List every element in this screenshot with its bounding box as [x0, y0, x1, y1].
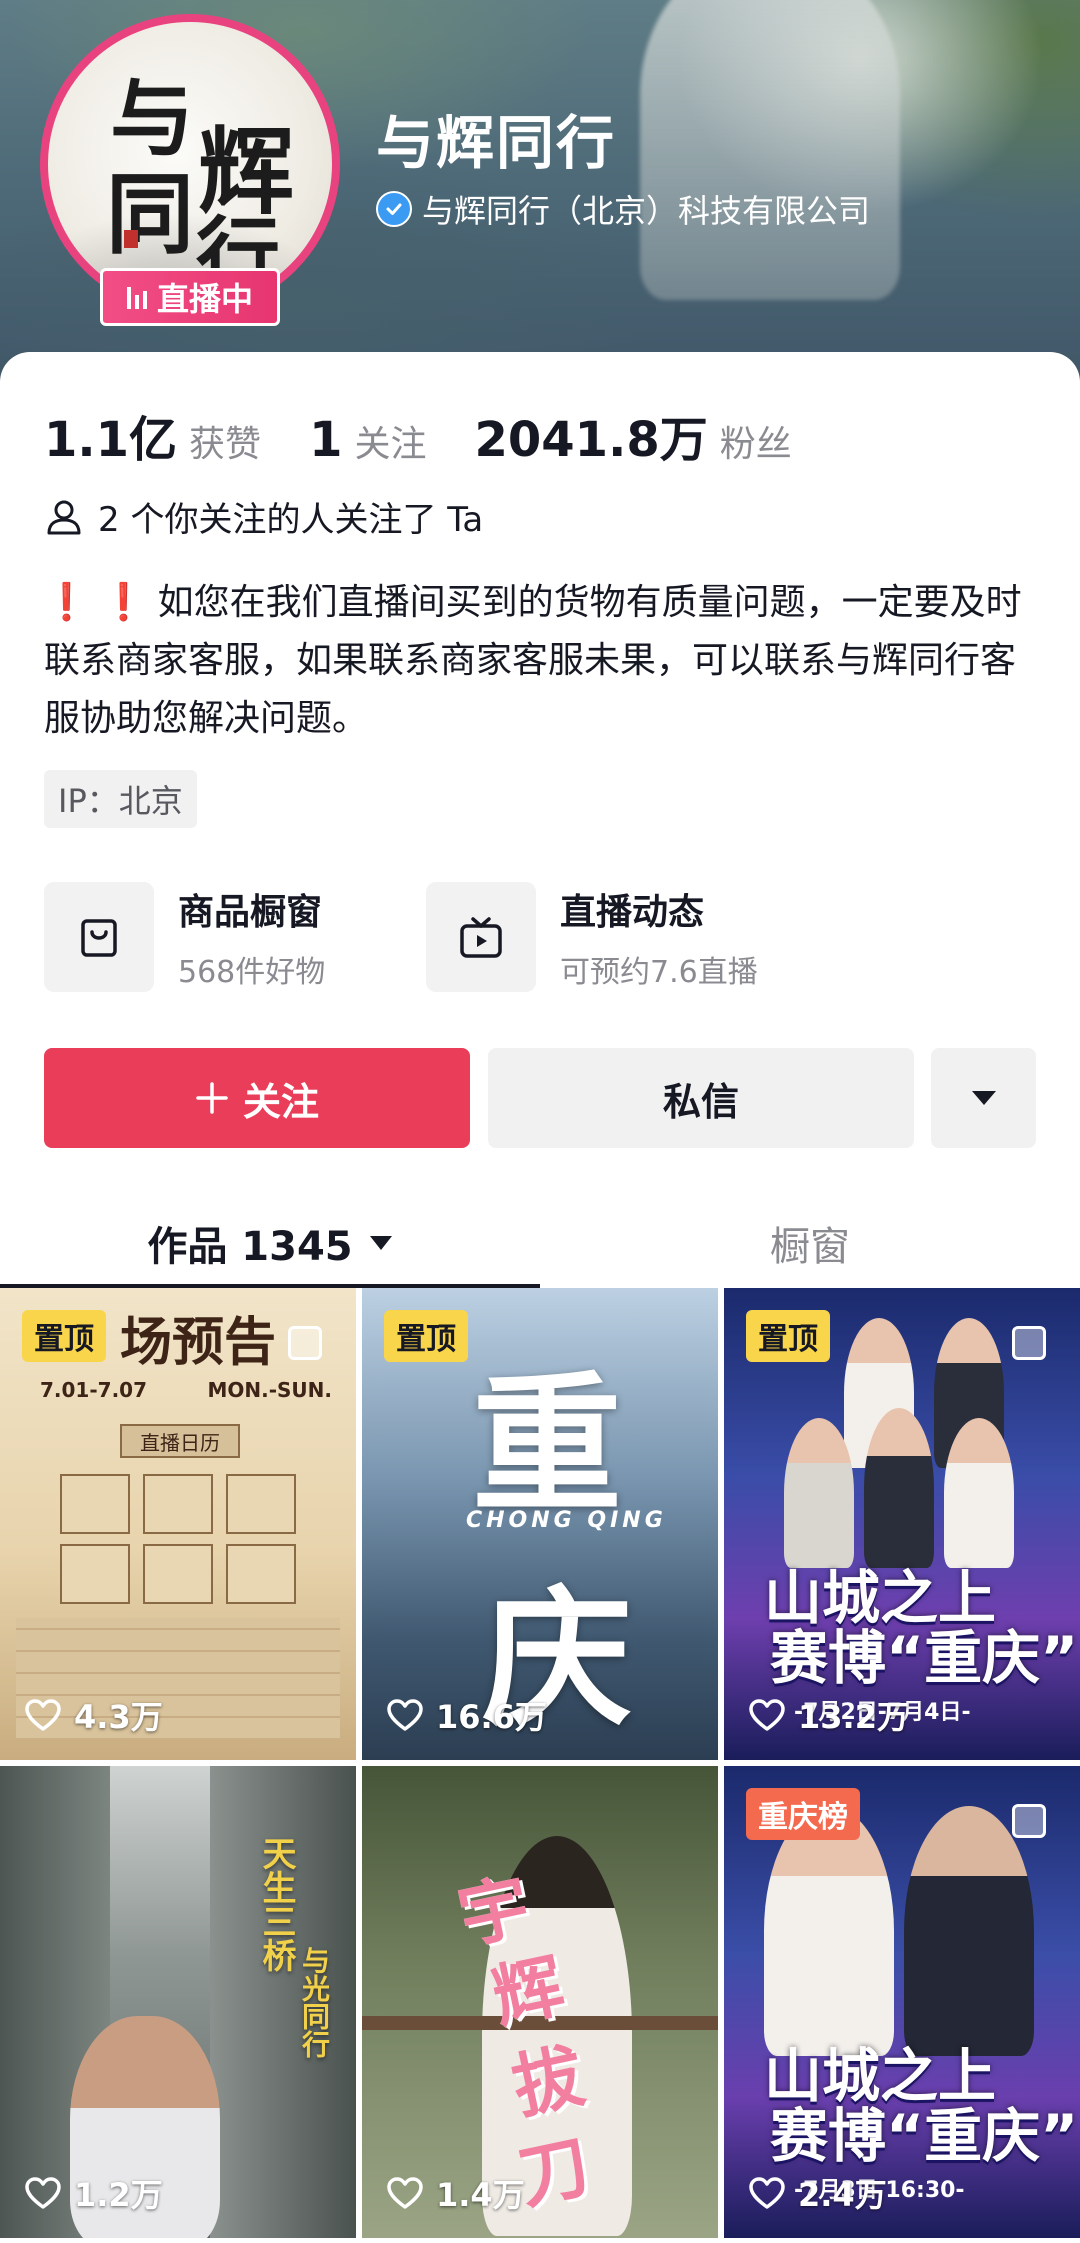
- avatar-glyph: 同: [106, 162, 195, 266]
- person-icon: [47, 500, 81, 534]
- poster-date-range: 7.01-7.07: [40, 1378, 147, 1402]
- avatar[interactable]: 与 辉 同 行 直播中: [40, 14, 340, 326]
- heart-icon: [749, 2177, 785, 2209]
- followers-count[interactable]: 2041.8万: [474, 400, 707, 470]
- poster-box: [60, 1474, 130, 1534]
- poster-dates: 7.01-7.07 MON.-SUN.: [40, 1378, 332, 1402]
- video-likes-count: 1.4万: [436, 2176, 525, 2214]
- poster-vertical-text: 与光同行: [298, 1946, 331, 2058]
- following-count[interactable]: 1: [309, 412, 342, 468]
- video-likes-count: 4.3万: [74, 1698, 163, 1736]
- poster-weekdays: MON.-SUN.: [207, 1378, 332, 1402]
- more-options-button[interactable]: [931, 1048, 1036, 1148]
- video-thumbnail[interactable]: 场预告 7.01-7.07 MON.-SUN. 直播日历 置顶 4.3万: [0, 1288, 356, 1760]
- cover-figure: [640, 0, 900, 300]
- poster-title-line2: 赛博“重庆”: [770, 1624, 1079, 1692]
- heart-icon: [25, 1699, 61, 1731]
- video-thumbnail[interactable]: 天生三桥 与光同行 1.2万: [0, 1766, 356, 2238]
- seal-icon: [124, 230, 138, 248]
- tab-works-label: 作品 1345: [147, 1224, 353, 1270]
- poster-title-line2: 赛博“重庆”: [770, 2102, 1079, 2170]
- verified-company[interactable]: 与辉同行（北京）科技有限公司: [376, 186, 870, 232]
- shop-window-entry[interactable]: 商品橱窗 568件好物: [44, 882, 325, 992]
- follow-button[interactable]: 关注: [44, 1048, 470, 1148]
- exclamation-icon: ❗ ❗: [44, 582, 147, 623]
- tv-play-icon: [426, 882, 536, 992]
- poster-title-line1: 山城之上: [764, 2042, 997, 2110]
- content-tabs: 作品 1345 橱窗: [0, 1198, 1080, 1288]
- host-figure: [944, 1418, 1014, 1568]
- ip-location-tag: IP：北京: [44, 770, 197, 828]
- tab-works[interactable]: 作品 1345: [0, 1198, 540, 1288]
- shop-window-subtitle: 568件好物: [178, 955, 326, 990]
- video-thumbnail[interactable]: 重 CHONG QING 庆 置顶 16.6万: [362, 1288, 718, 1760]
- video-thumbnail[interactable]: 宇 辉 拔 刀 1.4万: [362, 1766, 718, 2238]
- live-bars-icon: [126, 285, 147, 309]
- video-likes: 4.3万: [24, 1692, 163, 1738]
- likes-label: 获赞: [189, 424, 262, 465]
- poster-title-line1: 山城之上: [764, 1564, 997, 1632]
- bio-text: 如您在我们直播间买到的货物有质量问题，一定要及时联系商家客服，如果联系商家客服未…: [44, 582, 1022, 739]
- ranking-badge: 重庆榜: [746, 1788, 860, 1840]
- video-likes: 1.2万: [24, 2170, 163, 2216]
- bio: ❗ ❗ 如您在我们直播间买到的货物有质量问题，一定要及时联系商家客服，如果联系商…: [44, 574, 1034, 748]
- video-thumbnail[interactable]: 山城之上 赛博“重庆” -7月2日-7月4日- 置顶 13.2万: [724, 1288, 1080, 1760]
- pinned-badge: 置顶: [384, 1310, 468, 1362]
- followers-label[interactable]: 粉丝: [720, 415, 792, 467]
- poster-box: [60, 1544, 130, 1604]
- shopping-bag-icon: [44, 882, 154, 992]
- profile-name: 与辉同行: [376, 109, 617, 177]
- video-likes: 16.6万: [386, 1692, 547, 1738]
- poster-box: [143, 1544, 213, 1604]
- host-figure: [764, 1806, 894, 2056]
- video-likes-count: 1.2万: [74, 2176, 163, 2214]
- live-updates-entry[interactable]: 直播动态 可预约7.6直播: [426, 882, 758, 992]
- message-button[interactable]: 私信: [488, 1048, 914, 1148]
- pinned-badge: 置顶: [22, 1310, 106, 1362]
- heart-icon: [387, 2177, 423, 2209]
- poster-box: [143, 1474, 213, 1534]
- plus-icon: [196, 1082, 228, 1114]
- poster-subtitle: 直播日历: [120, 1424, 240, 1458]
- poster-title: 场预告: [120, 1312, 277, 1373]
- shop-window-title: 商品橱窗: [178, 892, 323, 933]
- live-badge[interactable]: 直播中: [100, 268, 280, 326]
- poster-box: [226, 1544, 296, 1604]
- triangle-down-icon: [971, 1091, 996, 1105]
- select-checkbox[interactable]: [1012, 1326, 1046, 1360]
- poster-box: [226, 1474, 296, 1534]
- video-likes: 1.4万: [386, 2170, 525, 2216]
- host-figure: [864, 1408, 934, 1568]
- heart-icon: [387, 1699, 423, 1731]
- poster-subtitle: CHONG QING: [466, 1508, 667, 1533]
- select-checkbox[interactable]: [288, 1326, 322, 1360]
- heart-icon: [749, 1699, 785, 1731]
- likes-count: 1.1亿: [44, 412, 178, 468]
- pinned-badge: 置顶: [746, 1310, 830, 1362]
- video-likes-count: 2.4万: [798, 2176, 887, 2214]
- tab-showcase[interactable]: 橱窗: [540, 1198, 1080, 1288]
- verified-company-label: 与辉同行（北京）科技有限公司: [422, 192, 871, 230]
- select-checkbox[interactable]: [1012, 1804, 1046, 1838]
- video-thumbnail[interactable]: 山城之上 赛博“重庆” -7月3日 16:30- 重庆榜 2.4万: [724, 1766, 1080, 2238]
- stats-row: 1.1亿 获赞 1 关注 2041.8万 粉丝: [44, 400, 840, 470]
- video-likes-count: 13.2万: [798, 1698, 909, 1736]
- following-label[interactable]: 关注: [354, 415, 426, 467]
- heart-icon: [25, 2177, 61, 2209]
- mutual-followers-text: 2 个你关注的人关注了 Ta: [98, 500, 484, 540]
- video-likes-count: 16.6万: [436, 1698, 547, 1736]
- host-figure: [784, 1418, 854, 1568]
- host-figure: [904, 1806, 1034, 2056]
- live-updates-subtitle: 可预约7.6直播: [560, 955, 758, 990]
- video-likes: 13.2万: [748, 1692, 909, 1738]
- live-updates-title: 直播动态: [560, 892, 705, 933]
- video-likes: 2.4万: [748, 2170, 887, 2216]
- mutual-followers[interactable]: 2 个你关注的人关注了 Ta: [44, 492, 483, 541]
- caret-down-icon: [369, 1236, 392, 1250]
- live-badge-label: 直播中: [156, 280, 253, 318]
- verified-check-icon: [376, 191, 412, 227]
- follow-button-label: 关注: [242, 1079, 319, 1124]
